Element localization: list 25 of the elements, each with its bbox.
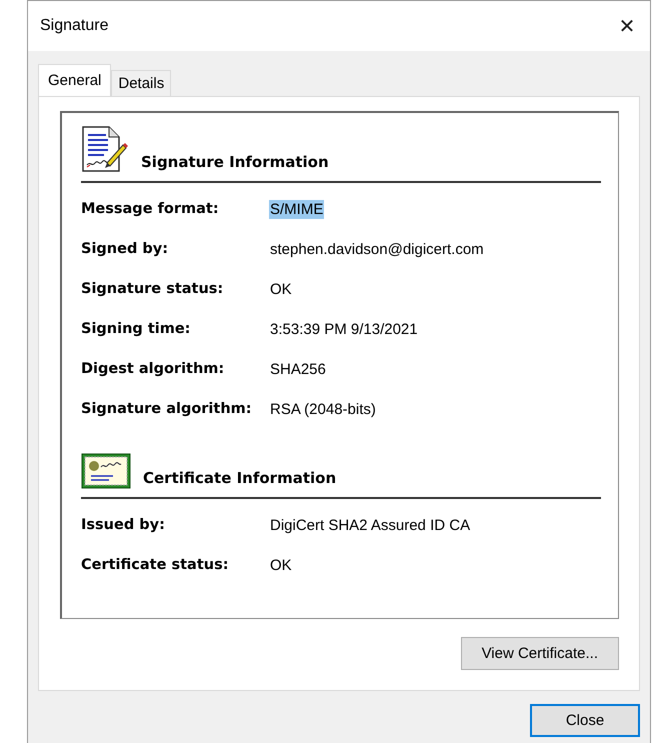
field-label: Signed by: bbox=[81, 241, 170, 257]
field-value: DigiCert SHA2 Assured ID CA bbox=[269, 516, 472, 534]
field-label: Issued by: bbox=[81, 517, 166, 533]
field-label: Digest algorithm: bbox=[81, 361, 226, 377]
field-label: Certificate status: bbox=[81, 557, 230, 573]
field-label: Signature status: bbox=[81, 281, 224, 297]
field-value: OK bbox=[269, 280, 293, 298]
field-label: Signature algorithm: bbox=[81, 401, 253, 417]
field-value: stephen.davidson@digicert.com bbox=[269, 240, 485, 258]
field-value: RSA (2048-bits) bbox=[269, 400, 377, 418]
signed-document-icon bbox=[81, 125, 129, 173]
section-title: Certificate Information bbox=[143, 469, 336, 489]
field-label: Message format: bbox=[81, 201, 220, 217]
certificate-icon bbox=[81, 453, 131, 489]
field-value: OK bbox=[269, 556, 293, 574]
section-title: Signature Information bbox=[141, 153, 329, 173]
window-title: Signature bbox=[40, 17, 108, 35]
close-dialog-button[interactable]: Close bbox=[530, 704, 640, 737]
field-value: S/MIME bbox=[269, 200, 324, 218]
tab[interactable]: Details bbox=[111, 70, 172, 96]
field-value: 3:53:39 PM 9/13/2021 bbox=[269, 320, 419, 338]
tab[interactable]: General bbox=[38, 64, 112, 96]
field-value: SHA256 bbox=[269, 360, 327, 378]
view-certificate-button[interactable]: View Certificate... bbox=[460, 637, 619, 670]
field-label: Signing time: bbox=[81, 321, 192, 337]
